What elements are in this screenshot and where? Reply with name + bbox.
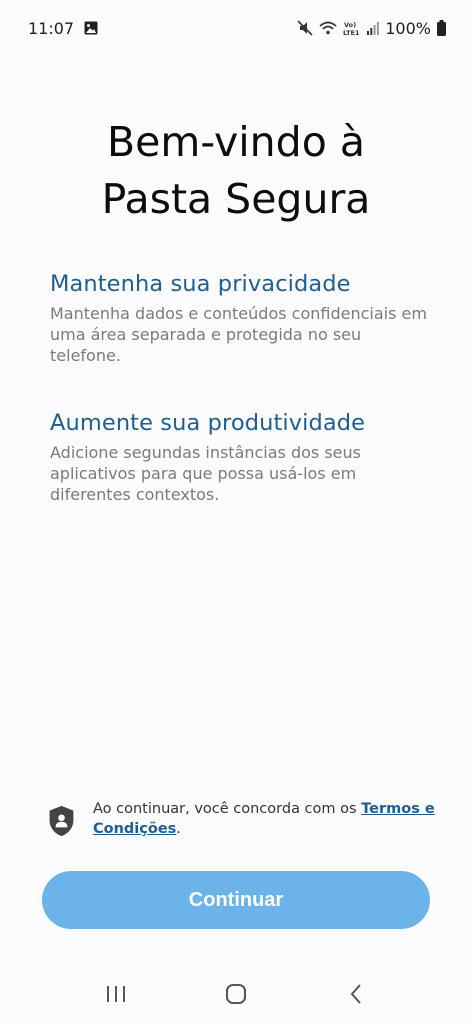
feature-productivity-description: Adicione segundas instâncias dos seus ap… [50, 443, 361, 504]
status-right: Vo) LTE1 100% [297, 19, 446, 38]
feature-privacy: Mantenha sua privacidade Mantenha dados … [50, 269, 430, 366]
wifi-icon [319, 21, 337, 35]
terms-suffix: . [176, 821, 181, 837]
back-button[interactable] [336, 974, 376, 1014]
feature-privacy-description: Mantenha dados e conteúdos confidenciais… [50, 304, 427, 365]
svg-text:Vo): Vo) [344, 21, 356, 29]
feature-privacy-heading: Mantenha sua privacidade [50, 271, 351, 297]
recent-apps-button[interactable] [96, 974, 136, 1014]
feature-productivity: Aumente sua produtividade Adicione segun… [50, 408, 430, 505]
home-icon [226, 984, 246, 1004]
shield-user-icon [49, 805, 74, 837]
signal-icon [367, 21, 380, 35]
continue-button[interactable]: Continuar [42, 871, 430, 929]
mute-icon [297, 20, 313, 36]
svg-text:LTE1: LTE1 [343, 29, 360, 36]
image-icon [84, 21, 98, 35]
recent-apps-icon [107, 986, 125, 1002]
title-line-1: Bem-vindo à [107, 118, 365, 166]
title-line-2: Pasta Segura [101, 175, 371, 223]
feature-productivity-heading: Aumente sua produtividade [50, 410, 366, 436]
terms-text: Ao continuar, você concorda com os Termo… [93, 799, 438, 839]
battery-icon [437, 20, 446, 36]
status-left: 11:07 [28, 19, 98, 38]
home-button[interactable] [216, 974, 256, 1014]
battery-percent: 100% [385, 18, 431, 38]
volte-icon: Vo) LTE1 [343, 20, 361, 36]
navigation-bar [0, 966, 472, 1022]
terms-prefix: Ao continuar, você concorda com os [92, 801, 362, 817]
status-bar: 11:07 Vo) LTE1 100% [0, 0, 472, 56]
status-time: 11:07 [28, 18, 75, 38]
terms-notice: Ao continuar, você concorda com os Termo… [48, 799, 438, 841]
back-icon [350, 984, 361, 1004]
page-title: Bem-vindo à Pasta Segura [0, 114, 472, 228]
